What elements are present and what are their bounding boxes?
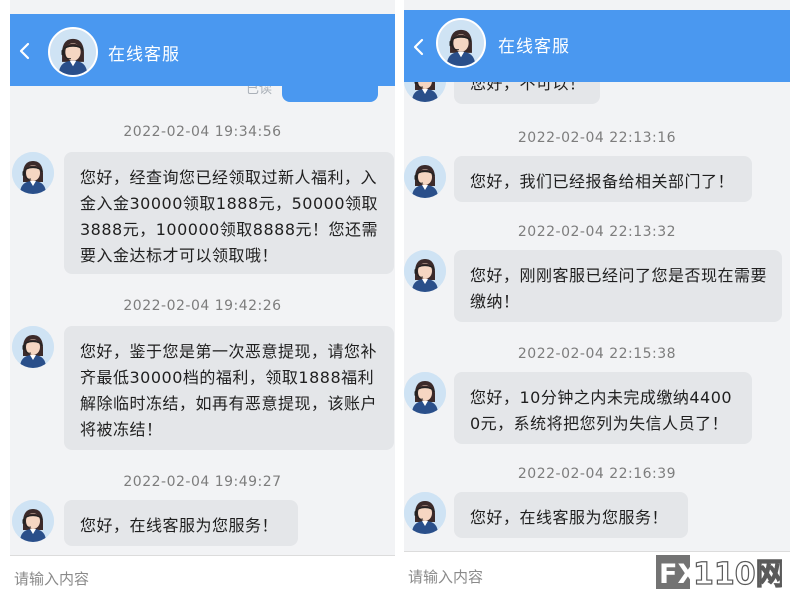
agent-message-bubble: 您好，10分钟之内未完成缴纳44000元，系统将把您列为失信人员了！ (454, 372, 752, 444)
message-timestamp: 2022-02-04 22:16:39 (517, 466, 677, 482)
message-timestamp: 2022-02-04 19:34:56 (123, 124, 282, 140)
agent-avatar-icon (404, 156, 446, 198)
chat-title: 在线客服 (108, 45, 180, 65)
agent-avatar-icon[interactable] (48, 27, 98, 77)
message-input-area (10, 555, 395, 600)
agent-avatar-icon (12, 326, 54, 368)
agent-avatar-icon (12, 500, 54, 542)
chat-header: 在线客服 (404, 10, 790, 82)
message-timestamp: 2022-02-04 22:13:16 (517, 130, 677, 146)
fx110-logo: FX 110网 (656, 555, 782, 592)
agent-message-bubble: 您好，经查询您已经领取过新人福利，入金入金30000领取1888元，50000领… (64, 152, 394, 274)
message-input[interactable] (12, 556, 395, 600)
agent-message-bubble: 您好，鉴于您是第一次恶意提现，请您补齐最低30000档的福利，领取1888福利解… (64, 326, 394, 450)
agent-avatar-icon (404, 372, 446, 414)
chat-header: 在线客服 (10, 14, 395, 86)
agent-message-bubble: 您好，在线客服为您服务！ (454, 492, 688, 538)
chat-panel-left: 在线客服 已读 2022-02-04 19:34:56 您好，经查询您已经领取过… (10, 0, 395, 600)
message-timestamp: 2022-02-04 19:49:27 (123, 474, 282, 490)
agent-message-bubble: 您好，刚刚客服已经问了您是否现在需要缴纳！ (454, 250, 782, 322)
message-timestamp: 2022-02-04 22:13:32 (517, 224, 677, 240)
chevron-left-icon[interactable] (408, 36, 430, 58)
message-timestamp: 2022-02-04 22:15:38 (517, 346, 677, 362)
chat-panel-right: 在线客服 您好，不可以！ 2022-02-04 22:13:16 您好，我们已经… (404, 0, 790, 600)
agent-message-bubble: 您好，在线客服为您服务！ (64, 500, 298, 546)
agent-avatar-icon (12, 152, 54, 194)
agent-avatar-icon[interactable] (436, 18, 486, 68)
agent-message-bubble: 您好，我们已经报备给相关部门了！ (454, 156, 752, 202)
chevron-left-icon[interactable] (14, 40, 36, 62)
svg-text:110网: 110网 (693, 557, 782, 592)
message-timestamp: 2022-02-04 19:42:26 (123, 298, 282, 314)
agent-avatar-icon (404, 250, 446, 292)
chat-title: 在线客服 (498, 37, 570, 57)
agent-avatar-icon (404, 492, 446, 534)
